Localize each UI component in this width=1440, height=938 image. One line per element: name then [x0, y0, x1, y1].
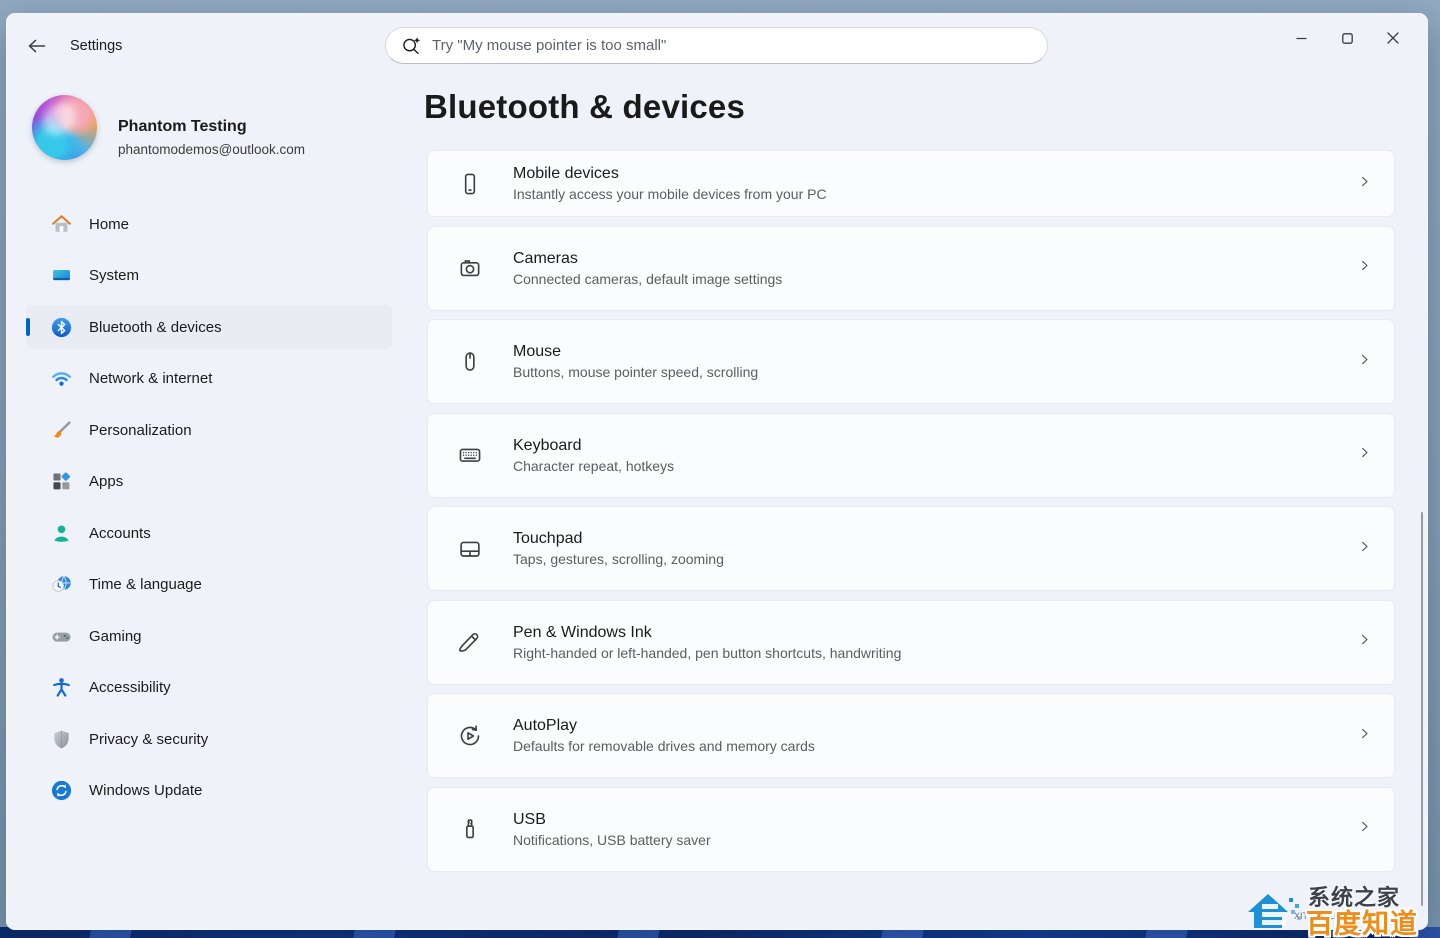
row-mobile-devices[interactable]: Mobile devices Instantly access your mob… — [427, 150, 1395, 217]
privacy-security-icon — [50, 728, 73, 751]
row-title: Mouse — [513, 343, 758, 361]
search-input[interactable] — [432, 37, 1033, 54]
sidebar-item-accounts[interactable]: Accounts — [26, 511, 392, 555]
sidebar-item-apps[interactable]: Apps — [26, 460, 392, 504]
windows-update-icon — [50, 779, 73, 802]
maximize-button[interactable] — [1324, 21, 1370, 55]
row-mouse[interactable]: Mouse Buttons, mouse pointer speed, scro… — [427, 319, 1395, 404]
page-title: Bluetooth & devices — [424, 88, 745, 126]
minimize-icon — [1296, 33, 1307, 44]
sidebar-item-privacy-security[interactable]: Privacy & security — [26, 717, 392, 761]
sidebar-item-label: Accessibility — [89, 679, 171, 696]
bluetooth-icon — [50, 316, 73, 339]
profile-name: Phantom Testing — [118, 118, 247, 136]
chevron-right-icon — [1357, 258, 1372, 278]
sidebar-item-label: Home — [89, 216, 129, 233]
vertical-scrollbar[interactable] — [1421, 512, 1424, 906]
close-button[interactable] — [1370, 21, 1416, 55]
accounts-icon — [50, 522, 73, 545]
chevron-right-icon — [1357, 445, 1372, 465]
chevron-right-icon — [1357, 632, 1372, 652]
search-icon — [400, 35, 422, 57]
gaming-icon — [50, 625, 73, 648]
profile-email: phantomodemos@outlook.com — [118, 142, 305, 157]
camera-icon — [455, 253, 485, 283]
minimize-button[interactable] — [1278, 21, 1324, 55]
home-icon — [50, 213, 73, 236]
sidebar-item-bluetooth-devices[interactable]: Bluetooth & devices — [26, 305, 392, 349]
chevron-right-icon — [1357, 539, 1372, 559]
sidebar-item-label: Personalization — [89, 422, 192, 439]
autoplay-icon — [455, 721, 485, 751]
usb-icon — [455, 814, 485, 844]
sidebar-item-accessibility[interactable]: Accessibility — [26, 666, 392, 710]
mobile-phone-icon — [455, 169, 485, 199]
row-autoplay[interactable]: AutoPlay Defaults for removable drives a… — [427, 693, 1395, 778]
sidebar-nav: Home System — [26, 202, 392, 813]
row-subtitle: Defaults for removable drives and memory… — [513, 738, 815, 754]
sidebar-item-personalization[interactable]: Personalization — [26, 408, 392, 452]
settings-list: Mobile devices Instantly access your mob… — [427, 150, 1395, 880]
keyboard-icon — [455, 440, 485, 470]
maximize-icon — [1342, 33, 1353, 44]
row-title: Touchpad — [513, 530, 724, 548]
close-icon — [1387, 32, 1399, 44]
personalization-icon — [50, 419, 73, 442]
sidebar-item-gaming[interactable]: Gaming — [26, 614, 392, 658]
row-keyboard[interactable]: Keyboard Character repeat, hotkeys — [427, 413, 1395, 498]
touchpad-icon — [455, 534, 485, 564]
row-subtitle: Instantly access your mobile devices fro… — [513, 186, 827, 202]
row-cameras[interactable]: Cameras Connected cameras, default image… — [427, 226, 1395, 311]
sidebar-item-label: Windows Update — [89, 782, 202, 799]
system-icon — [50, 264, 73, 287]
settings-window: Settings Phantom Testing phantomodemos@o… — [6, 13, 1428, 930]
sidebar-item-label: Accounts — [89, 525, 151, 542]
row-title: Cameras — [513, 250, 782, 268]
row-title: Mobile devices — [513, 165, 827, 183]
back-arrow-icon — [28, 39, 46, 53]
row-subtitle: Buttons, mouse pointer speed, scrolling — [513, 364, 758, 380]
network-icon — [50, 367, 73, 390]
pen-icon — [455, 627, 485, 657]
row-subtitle: Notifications, USB battery saver — [513, 832, 711, 848]
sidebar-item-windows-update[interactable]: Windows Update — [26, 769, 392, 813]
sidebar-item-time-language[interactable]: Time & language — [26, 563, 392, 607]
sidebar-item-label: Gaming — [89, 628, 142, 645]
row-subtitle: Character repeat, hotkeys — [513, 458, 674, 474]
time-language-icon — [50, 573, 73, 596]
back-button[interactable] — [22, 32, 52, 60]
sidebar-item-label: Bluetooth & devices — [89, 319, 222, 336]
row-pen-windows-ink[interactable]: Pen & Windows Ink Right-handed or left-h… — [427, 600, 1395, 685]
apps-icon — [50, 470, 73, 493]
sidebar-item-label: Apps — [89, 473, 123, 490]
row-subtitle: Connected cameras, default image setting… — [513, 271, 782, 287]
row-title: Pen & Windows Ink — [513, 624, 901, 642]
mouse-icon — [455, 347, 485, 377]
sidebar-item-label: Network & internet — [89, 370, 212, 387]
avatar — [32, 95, 97, 160]
chevron-right-icon — [1357, 174, 1372, 194]
sidebar-item-network-internet[interactable]: Network & internet — [26, 357, 392, 401]
window-controls — [1278, 21, 1416, 55]
chevron-right-icon — [1357, 819, 1372, 839]
sidebar-item-label: System — [89, 267, 139, 284]
row-subtitle: Right-handed or left-handed, pen button … — [513, 645, 901, 661]
accessibility-icon — [50, 676, 73, 699]
sidebar-item-label: Privacy & security — [89, 731, 208, 748]
row-title: Keyboard — [513, 437, 674, 455]
row-subtitle: Taps, gestures, scrolling, zooming — [513, 551, 724, 567]
sidebar-item-label: Time & language — [89, 576, 202, 593]
row-touchpad[interactable]: Touchpad Taps, gestures, scrolling, zoom… — [427, 506, 1395, 591]
app-title: Settings — [70, 38, 122, 54]
row-usb[interactable]: USB Notifications, USB battery saver — [427, 787, 1395, 872]
row-title: USB — [513, 811, 711, 829]
chevron-right-icon — [1357, 352, 1372, 372]
sidebar-item-system[interactable]: System — [26, 254, 392, 298]
sidebar-item-home[interactable]: Home — [26, 202, 392, 246]
row-title: AutoPlay — [513, 717, 815, 735]
search-box[interactable] — [385, 27, 1048, 64]
chevron-right-icon — [1357, 726, 1372, 746]
